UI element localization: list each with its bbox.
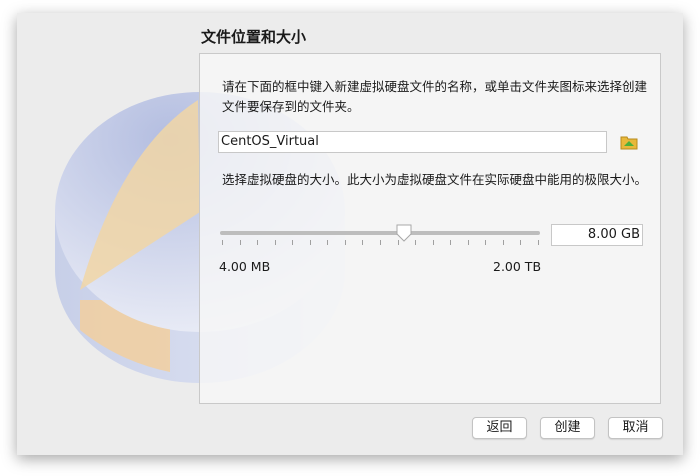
size-description: 选择虚拟硬盘的大小。此大小为虚拟硬盘文件在实际硬盘中能用的极限大小。 [222, 172, 648, 187]
location-description: 请在下面的框中键入新建虚拟硬盘文件的名称，或单击文件夹图标来选择创建文件要保存到… [222, 79, 648, 114]
slider-tick [538, 240, 539, 245]
slider-tick [309, 240, 311, 245]
folder-icon[interactable] [620, 134, 638, 150]
size-input[interactable]: 8.00 GB [551, 224, 643, 246]
slider-tick [292, 240, 294, 245]
slider-tick [450, 240, 452, 245]
slider-tick [222, 240, 223, 245]
create-button[interactable]: 创建 [540, 417, 595, 439]
slider-ticks [222, 240, 539, 245]
filename-input[interactable]: CentOS_Virtual [218, 131, 607, 153]
slider-tick [520, 240, 522, 245]
slider-thumb[interactable] [396, 224, 412, 242]
slider-tick [467, 240, 469, 245]
page-title: 文件位置和大小 [201, 28, 307, 46]
cancel-button[interactable]: 取消 [608, 417, 663, 439]
slider-tick [274, 240, 276, 245]
slider-tick [432, 240, 434, 245]
slider-tick [344, 240, 346, 245]
slider-tick [239, 240, 241, 245]
slider-tick [257, 240, 259, 245]
back-button[interactable]: 返回 [472, 417, 527, 439]
slider-min-label: 4.00 MB [219, 259, 271, 274]
slider-tick [485, 240, 487, 245]
slider-tick [327, 240, 329, 245]
slider-max-label: 2.00 TB [493, 259, 542, 274]
slider-tick [415, 240, 417, 245]
size-slider[interactable] [220, 231, 540, 235]
slider-tick [362, 240, 364, 245]
slider-tick [502, 240, 504, 245]
slider-tick [380, 240, 381, 245]
